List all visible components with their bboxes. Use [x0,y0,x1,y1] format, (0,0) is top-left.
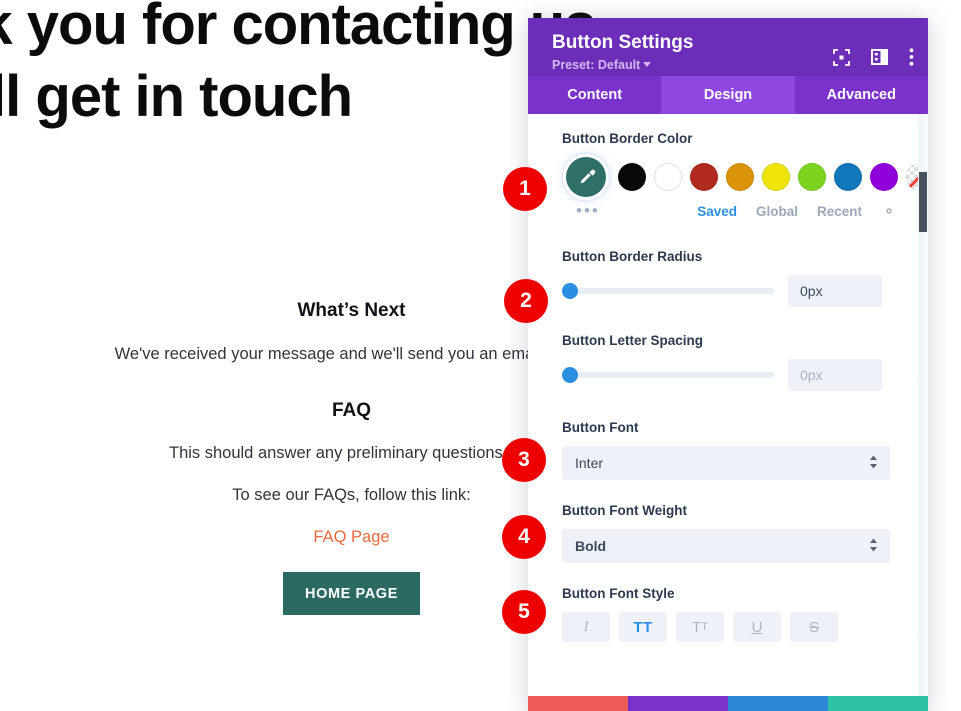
callout-badge-1: 1 [503,167,547,211]
font-style-small-caps-button[interactable]: TT [676,612,724,642]
field-button-font-style: Button Font Style I TT TT U S [528,563,928,642]
close-button[interactable] [528,696,628,711]
button-settings-modal: Button Settings Preset: Default Content … [528,18,928,711]
field-label-border-radius: Button Border Radius [562,249,703,264]
screen: nk you for contacting us e'll get in tou… [0,0,961,711]
field-label-border-color: Button Border Color [562,131,693,146]
field-button-letter-spacing: Button Letter Spacing 0px [528,307,928,391]
eyedropper-icon [580,169,595,183]
font-weight-select[interactable]: Bold [562,529,890,563]
modal-tabs: Content Design Advanced [528,76,928,114]
faq-page-link[interactable]: FAQ Page [313,528,389,547]
field-label-letter-spacing: Button Letter Spacing [562,333,703,348]
callout-badge-5: 5 [502,590,546,634]
chevron-updown-icon [869,454,878,470]
redo-button[interactable] [728,696,828,711]
border-radius-input[interactable]: 0px [788,275,882,307]
swatch-purple[interactable] [870,163,898,191]
letter-spacing-control: 0px [562,359,904,391]
tab-advanced[interactable]: Advanced [795,76,928,114]
field-button-border-color: Button Border Color ••• Saved Global Rec… [528,114,928,219]
tab-design[interactable]: Design [661,76,795,114]
undo-button[interactable] [628,696,728,711]
callout-badge-2: 2 [504,279,548,323]
callout-badge-4: 4 [502,515,546,559]
swatch-white[interactable] [654,163,682,191]
modal-header-icons [833,48,914,66]
modal-action-bar [528,696,928,711]
palette-tab-recent[interactable]: Recent [817,204,862,219]
small-caps-glyph: T [692,618,702,636]
field-button-font-weight: Button Font Weight Bold [528,480,928,563]
font-style-strikethrough-button[interactable]: S [790,612,838,642]
chevron-updown-icon [869,537,878,553]
swatch-black[interactable] [618,163,646,191]
small-caps-glyph-small: T [701,621,708,633]
swatch-yellow[interactable] [762,163,790,191]
field-label-font-style: Button Font Style [562,586,675,601]
swatch-selected-eyedropper[interactable] [566,157,606,197]
more-vertical-icon[interactable] [909,48,914,66]
letter-spacing-slider-knob[interactable] [562,367,578,383]
font-style-italic-button[interactable]: I [562,612,610,642]
letter-spacing-slider[interactable] [562,367,774,383]
preset-label: Preset: Default [552,58,641,72]
color-swatch-row [562,157,928,197]
modal-header: Button Settings Preset: Default [528,18,928,76]
palette-tab-global[interactable]: Global [756,204,798,219]
palette-tabs: Saved Global Recent [562,203,904,219]
border-radius-control: 0px [562,275,904,307]
chevron-down-icon [643,62,652,67]
field-label-font: Button Font [562,420,639,435]
home-page-button[interactable]: HOME PAGE [283,572,420,615]
palette-tab-saved[interactable]: Saved [697,204,737,219]
border-radius-slider-knob[interactable] [562,283,578,299]
field-button-border-radius: Button Border Radius 0px [528,219,928,307]
gear-icon[interactable] [881,203,897,219]
font-style-buttons: I TT TT U S [562,612,904,642]
font-select[interactable]: Inter [562,446,890,480]
font-weight-select-value: Bold [575,538,607,554]
font-select-value: Inter [575,455,604,471]
modal-body: Button Border Color ••• Saved Global Rec… [528,114,928,696]
letter-spacing-input[interactable]: 0px [788,359,882,391]
modal-scrollbar-track[interactable] [918,114,928,696]
tab-content[interactable]: Content [528,76,661,114]
swatch-green[interactable] [798,163,826,191]
focus-icon[interactable] [833,48,850,66]
field-button-font: Button Font Inter [528,391,928,480]
swatch-orange[interactable] [726,163,754,191]
modal-scrollbar-thumb[interactable] [919,172,927,232]
swatch-dark-red[interactable] [690,163,718,191]
layout-panel-icon[interactable] [871,49,888,65]
swatch-blue[interactable] [834,163,862,191]
font-style-uppercase-button[interactable]: TT [619,612,667,642]
border-radius-slider[interactable] [562,283,774,299]
font-style-underline-button[interactable]: U [733,612,781,642]
callout-badge-3: 3 [502,438,546,482]
field-label-font-weight: Button Font Weight [562,503,687,518]
save-button[interactable] [828,696,928,711]
